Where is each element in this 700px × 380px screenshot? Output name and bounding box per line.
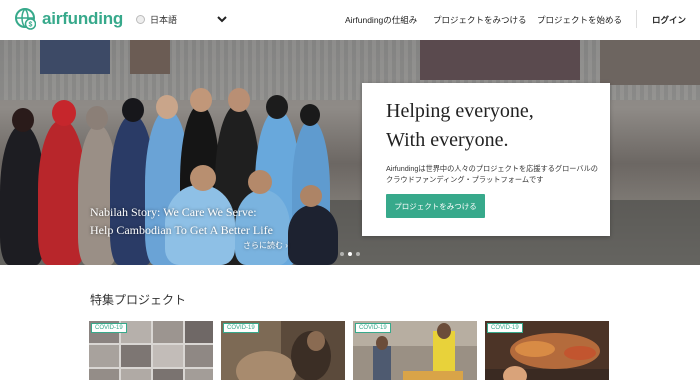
covid-badge: COVID-19 bbox=[355, 323, 391, 333]
featured-section-title: 特集プロジェクト bbox=[90, 293, 187, 307]
covid-badge: COVID-19 bbox=[223, 323, 259, 333]
project-card-1[interactable]: COVID-19 bbox=[89, 321, 213, 380]
hero-card-title: Helping everyone, With everyone. bbox=[386, 97, 534, 155]
covid-badge: COVID-19 bbox=[91, 323, 127, 333]
language-radio-icon bbox=[136, 15, 145, 24]
hero-story-caption[interactable]: Nabilah Story: We Care We Serve: Help Ca… bbox=[90, 203, 273, 239]
language-label: 日本語 bbox=[150, 15, 178, 25]
project-card-2[interactable]: COVID-19 bbox=[221, 321, 345, 380]
hero-card-description: Airfundingは世界中の人々のプロジェクトを応援するグローバルのクラウドフ… bbox=[386, 164, 598, 184]
hero-card-title-line2: With everyone. bbox=[386, 129, 509, 151]
chevron-down-icon bbox=[217, 16, 227, 23]
hero-caption-line2: Help Cambodian To Get A Better Life bbox=[90, 223, 273, 237]
hero-card: Helping everyone, With everyone. Airfund… bbox=[362, 83, 610, 236]
carousel-dot-active[interactable] bbox=[348, 252, 352, 256]
login-link[interactable]: ログイン bbox=[652, 14, 686, 26]
hero-caption-line1: Nabilah Story: We Care We Serve: bbox=[90, 205, 257, 219]
carousel-dot[interactable] bbox=[340, 252, 344, 256]
read-more-link[interactable]: さらに読む › bbox=[243, 240, 288, 251]
globe-dollar-logo-icon: $ bbox=[15, 8, 36, 30]
hero-banner[interactable]: Nabilah Story: We Care We Serve: Help Ca… bbox=[0, 40, 700, 265]
nav-find-projects[interactable]: プロジェクトをみつける bbox=[433, 14, 527, 26]
carousel-dot[interactable] bbox=[356, 252, 360, 256]
hanging-clothes bbox=[40, 40, 110, 74]
find-projects-button[interactable]: プロジェクトをみつける bbox=[386, 194, 485, 218]
logo-link[interactable]: $ airfunding bbox=[14, 7, 123, 31]
hanging-clothes bbox=[420, 40, 580, 80]
covid-badge: COVID-19 bbox=[487, 323, 523, 333]
language-selector[interactable]: 日本語 bbox=[136, 13, 227, 26]
svg-text:$: $ bbox=[29, 22, 33, 29]
hanging-clothes bbox=[600, 40, 700, 85]
nav-divider bbox=[636, 10, 637, 28]
project-card-3[interactable]: COVID-19 bbox=[353, 321, 477, 380]
hero-card-title-line1: Helping everyone, bbox=[386, 100, 534, 122]
hanging-clothes bbox=[130, 40, 170, 74]
project-card-4[interactable]: COVID-19 bbox=[485, 321, 609, 380]
nav-start-project[interactable]: プロジェクトを始める bbox=[537, 14, 622, 26]
logo-text: airfunding bbox=[42, 9, 124, 28]
nav-how-it-works[interactable]: Airfundingの仕組み bbox=[345, 14, 417, 26]
carousel-dots bbox=[340, 252, 360, 256]
top-header: $ airfunding 日本語 Airfundingの仕組み プロジェクトをみ… bbox=[0, 0, 700, 40]
